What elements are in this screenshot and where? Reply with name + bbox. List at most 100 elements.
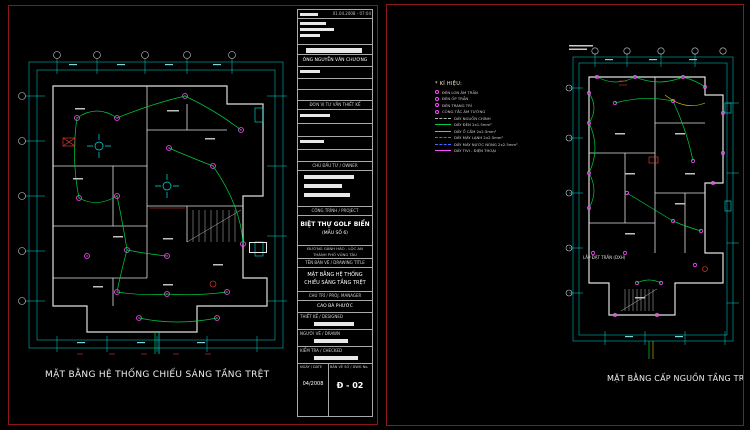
sheet-lighting-plan: MẶT BẰNG HỆ THỐNG CHIẾU SÁNG TẦNG TRỆT 0… xyxy=(8,5,378,425)
divider xyxy=(298,123,372,124)
date-value: 04/2008 xyxy=(302,381,324,387)
walls xyxy=(588,76,724,316)
titleblock-designed-row: THIẾT KẾ / DESIGNED xyxy=(298,313,372,330)
legend: * KÍ HIỆU: ĐÈN LON ÂM TRẦN ĐÈN ỐP TRẦN Đ… xyxy=(435,81,553,154)
redacted-text-bar xyxy=(314,356,358,360)
redacted-text-bar xyxy=(314,322,354,326)
date-cell: NGÀY / DATE 04/2008 xyxy=(298,364,328,387)
lighting-floor-plan-drawing xyxy=(18,51,287,355)
redacted-text-bar xyxy=(300,34,320,37)
lead-label: CHỦ TRÌ / PROJ. MANAGER xyxy=(308,293,362,298)
redacted-text-bar xyxy=(300,28,334,31)
legend-swatch-icon xyxy=(435,117,451,119)
legend-swatch-icon xyxy=(435,109,439,114)
titleblock-lead-name-row: CAO BÁ PHƯỚC xyxy=(298,301,372,313)
left-plan-caption: MẶT BẰNG HỆ THỐNG CHIẾU SÁNG TẦNG TRỆT xyxy=(45,370,270,380)
owner-label: CHỦ ĐẦU TƯ / OWNER xyxy=(312,163,358,168)
redacted-text-bar xyxy=(304,193,350,197)
legend-swatch-icon xyxy=(435,90,439,95)
redacted-text-bar xyxy=(304,175,354,179)
right-plan-caption: MẶT BẰNG CẤP NGUỒN TẦNG TRỆT xyxy=(607,374,744,383)
titleblock-owner-row: CHỦ ĐẦU TƯ / OWNER xyxy=(298,162,372,171)
redacted-text-bar xyxy=(300,70,320,73)
legend-swatch-icon xyxy=(435,143,451,145)
redacted-text-bar xyxy=(314,339,348,343)
titleblock-consultant-row: ĐƠN VỊ TƯ VẤN THIẾT KẾ xyxy=(298,101,372,110)
consultant-label: ĐƠN VỊ TƯ VẤN THIẾT KẾ xyxy=(309,102,361,107)
redacted-text-bar xyxy=(300,114,330,117)
fixtures xyxy=(254,107,264,257)
titleblock-drawn-row: NGƯỜI VẼ / DRAWN xyxy=(298,330,372,347)
architect-name: ÔNG NGUYỄN VĂN CHƯƠNG xyxy=(302,58,368,63)
legend-items: ĐÈN LON ÂM TRẦN ĐÈN ỐP TRẦN ĐÈN TRANG TR… xyxy=(435,89,553,154)
address-line-2: THÀNH PHỐ VŨNG TÀU xyxy=(313,252,357,257)
redacted-text-bar xyxy=(304,184,342,188)
redacted-text-bar xyxy=(300,13,318,16)
titleblock-checked-row: KIỂM TRA / CHECKED xyxy=(298,347,372,364)
legend-item-label: ĐÈN LON ÂM TRẦN xyxy=(442,89,478,95)
print-stamp: 01.04.2008 - 07:04 xyxy=(332,11,371,16)
stairs xyxy=(620,288,658,312)
sheet-number-cell: BẢN VẼ SỐ / DWG No. Đ - 02 xyxy=(328,364,372,390)
titleblock-bottom-row: NGÀY / DATE 04/2008 BẢN VẼ SỐ / DWG No. … xyxy=(298,364,372,416)
titleblock-project-label-row: CÔNG TRÌNH / PROJECT xyxy=(298,207,372,216)
legend-item-label: ĐÈN TRANG TRÍ xyxy=(442,102,472,108)
redacted-text-bar xyxy=(300,140,324,143)
redacted-text-bar xyxy=(300,22,326,25)
legend-swatch-icon xyxy=(435,137,451,139)
drawing-title-label: TÊN BẢN VẼ / DRAWING TITLE xyxy=(305,260,365,265)
wiring-runs xyxy=(588,76,706,359)
titleblock-notes-box xyxy=(298,19,372,45)
project-subtitle: (MẪU SỐ 6) xyxy=(322,231,348,236)
lead-name: CAO BÁ PHƯỚC xyxy=(317,304,353,309)
legend-item-label: DÂY TIVI - ĐIỆN THOẠI xyxy=(454,148,497,154)
drawing-name-line-2: CHIẾU SÁNG TẦNG TRỆT xyxy=(304,280,366,286)
titleblock-lead-label-row: CHỦ TRÌ / PROJ. MANAGER xyxy=(298,292,372,301)
legend-item: DÂY TIVI - ĐIỆN THOẠI xyxy=(435,148,553,155)
sheet-number-label: BẢN VẼ SỐ / DWG No. xyxy=(330,365,369,369)
divider xyxy=(298,78,372,79)
top-note-marks xyxy=(569,45,593,50)
dimension-lines xyxy=(569,53,739,345)
dimension-text-marks xyxy=(605,59,697,338)
room-label-marks xyxy=(73,108,223,288)
titleblock-bar-row xyxy=(298,45,372,55)
red-details xyxy=(619,80,708,272)
fixtures xyxy=(724,102,732,212)
phone-tv-runs xyxy=(652,94,706,359)
legend-title: * KÍ HIỆU: xyxy=(435,81,463,87)
legend-item-label: DÂY MÁY LẠNH 2x2.5mm² xyxy=(454,135,504,141)
legend-item-label: CÔNG TẮC ÂM TƯỜNG xyxy=(442,109,486,115)
legend-item-label: DÂY NGUỒN CHÍNH xyxy=(454,115,491,121)
project-label: CÔNG TRÌNH / PROJECT xyxy=(311,208,359,213)
ceiling-note: LẮP ĐẶT TRẦN (DXH) xyxy=(583,255,626,260)
detail-callout-box xyxy=(249,242,267,253)
titleblock-signature-box xyxy=(298,110,372,162)
legend-item-label: DÂY MÁY NƯỚC NÓNG 2x2.5mm² xyxy=(454,141,518,147)
legend-swatch-icon xyxy=(435,103,439,108)
titleblock-architect-row: ÔNG NGUYỄN VĂN CHƯƠNG xyxy=(298,55,372,67)
legend-item-label: DÂY Ổ CẮM 2x2.5mm² xyxy=(454,128,497,134)
legend-swatch-icon xyxy=(435,96,439,101)
dimension-lines xyxy=(25,58,287,352)
divider xyxy=(298,89,372,90)
divider xyxy=(298,149,372,150)
legend-swatch-icon xyxy=(435,150,451,152)
titleblock: 01.04.2008 - 07:04 ÔNG NGUYỄN VĂN CHƯƠNG… xyxy=(297,9,373,417)
legend-swatch-icon xyxy=(435,130,451,132)
legend-swatch-icon xyxy=(435,124,451,126)
grid-axis-bubbles xyxy=(18,51,236,305)
drawn-label: NGƯỜI VẼ / DRAWN xyxy=(300,331,340,336)
sheet-number-value: Đ - 02 xyxy=(336,381,364,390)
dimension-text-marks xyxy=(69,64,221,344)
cad-canvas: MẶT BẰNG HỆ THỐNG CHIẾU SÁNG TẦNG TRỆT 0… xyxy=(0,0,750,430)
walls xyxy=(52,85,268,333)
titleblock-drawing-name-row: MẶT BẰNG HỆ THỐNG CHIẾU SÁNG TẦNG TRỆT xyxy=(298,268,372,292)
legend-item-label: DÂY ĐÈN 2x1.5mm² xyxy=(454,122,492,128)
drawing-name-line-1: MẶT BẰNG HỆ THỐNG xyxy=(307,272,363,278)
titleblock-address-row: ĐƯỜNG GÀNH HÀO - LỘC AN THÀNH PHỐ VŨNG T… xyxy=(298,246,372,259)
titleblock-owner-bars xyxy=(298,171,372,207)
project-name: BIỆT THỰ GOLF BIỂN xyxy=(300,221,370,228)
titleblock-project-row: BIỆT THỰ GOLF BIỂN (MẪU SỐ 6) xyxy=(298,216,372,246)
checked-label: KIỂM TRA / CHECKED xyxy=(300,348,343,353)
